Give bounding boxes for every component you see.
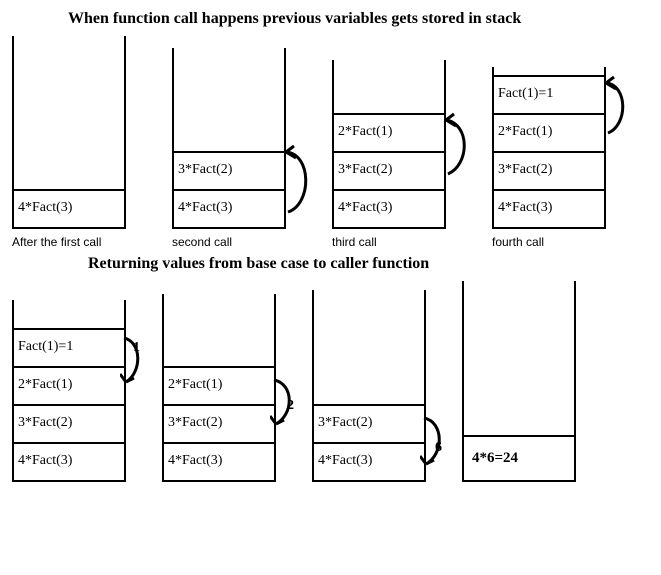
return-arrow-icon xyxy=(420,412,448,470)
push-arrow-icon xyxy=(602,75,632,141)
stack-frame: 4*Fact(3) xyxy=(332,189,446,229)
stack-frame: 3*Fact(2) xyxy=(332,151,446,191)
stack-pop-2: 2*Fact(1) 3*Fact(2) 4*Fact(3) 2 xyxy=(162,294,276,482)
stack-push-3: 2*Fact(1) 3*Fact(2) 4*Fact(3) xyxy=(332,60,446,229)
push-title: When function call happens previous vari… xyxy=(68,10,653,28)
stack-frame: Fact(1)=1 xyxy=(492,75,606,115)
caption-3: third call xyxy=(332,235,446,249)
caption-1: After the first call xyxy=(12,235,126,249)
stack-frame: 2*Fact(1) xyxy=(12,366,126,406)
stack-frame: 4*Fact(3) xyxy=(12,189,126,229)
stack-frame: 2*Fact(1) xyxy=(162,366,276,406)
stack-frame: 4*Fact(3) xyxy=(312,442,426,482)
caption-2: second call xyxy=(172,235,286,249)
stack-frame: Fact(1)=1 xyxy=(12,328,126,368)
push-col-2: 3*Fact(2) 4*Fact(3) second call xyxy=(172,48,286,249)
stack-frame: 4*Fact(3) xyxy=(162,442,276,482)
stack-push-1: 4*Fact(3) xyxy=(12,36,126,229)
pop-col-1: Fact(1)=1 2*Fact(1) 3*Fact(2) 4*Fact(3) … xyxy=(12,300,126,482)
stack-frame: 3*Fact(2) xyxy=(162,404,276,444)
stack-frame: 3*Fact(2) xyxy=(172,151,286,191)
push-arrow-icon xyxy=(442,112,474,182)
pop-col-3: 3*Fact(2) 4*Fact(3) 6 xyxy=(312,290,426,482)
stack-frame: 3*Fact(2) xyxy=(312,404,426,444)
return-value: 1 xyxy=(133,340,140,356)
stack-frame: 2*Fact(1) xyxy=(332,113,446,153)
pop-title: Returning values from base case to calle… xyxy=(88,255,653,273)
stack-pop-1: Fact(1)=1 2*Fact(1) 3*Fact(2) 4*Fact(3) … xyxy=(12,300,126,482)
stack-frame-result: 4*6=24 xyxy=(462,435,576,482)
push-arrow-icon xyxy=(282,144,316,222)
stack-frame: 4*Fact(3) xyxy=(492,189,606,229)
stack-frame: 3*Fact(2) xyxy=(12,404,126,444)
stack-pop-4: 4*6=24 xyxy=(462,281,576,482)
return-value: 6 xyxy=(435,440,442,456)
pop-col-2: 2*Fact(1) 3*Fact(2) 4*Fact(3) 2 xyxy=(162,294,276,482)
stack-push-2: 3*Fact(2) 4*Fact(3) xyxy=(172,48,286,229)
pop-col-4: 4*6=24 xyxy=(462,281,576,482)
return-value: 2 xyxy=(287,398,294,414)
push-col-1: 4*Fact(3) After the first call xyxy=(12,36,126,249)
push-col-4: Fact(1)=1 2*Fact(1) 3*Fact(2) 4*Fact(3) … xyxy=(492,67,606,249)
stack-frame: 2*Fact(1) xyxy=(492,113,606,153)
stack-frame: 3*Fact(2) xyxy=(492,151,606,191)
stack-frame: 4*Fact(3) xyxy=(12,442,126,482)
caption-4: fourth call xyxy=(492,235,606,249)
pop-row: Fact(1)=1 2*Fact(1) 3*Fact(2) 4*Fact(3) … xyxy=(8,281,653,482)
stack-pop-3: 3*Fact(2) 4*Fact(3) 6 xyxy=(312,290,426,482)
stack-push-4: Fact(1)=1 2*Fact(1) 3*Fact(2) 4*Fact(3) xyxy=(492,67,606,229)
push-row: 4*Fact(3) After the first call 3*Fact(2)… xyxy=(8,36,653,249)
push-col-3: 2*Fact(1) 3*Fact(2) 4*Fact(3) third call xyxy=(332,60,446,249)
stack-frame: 4*Fact(3) xyxy=(172,189,286,229)
